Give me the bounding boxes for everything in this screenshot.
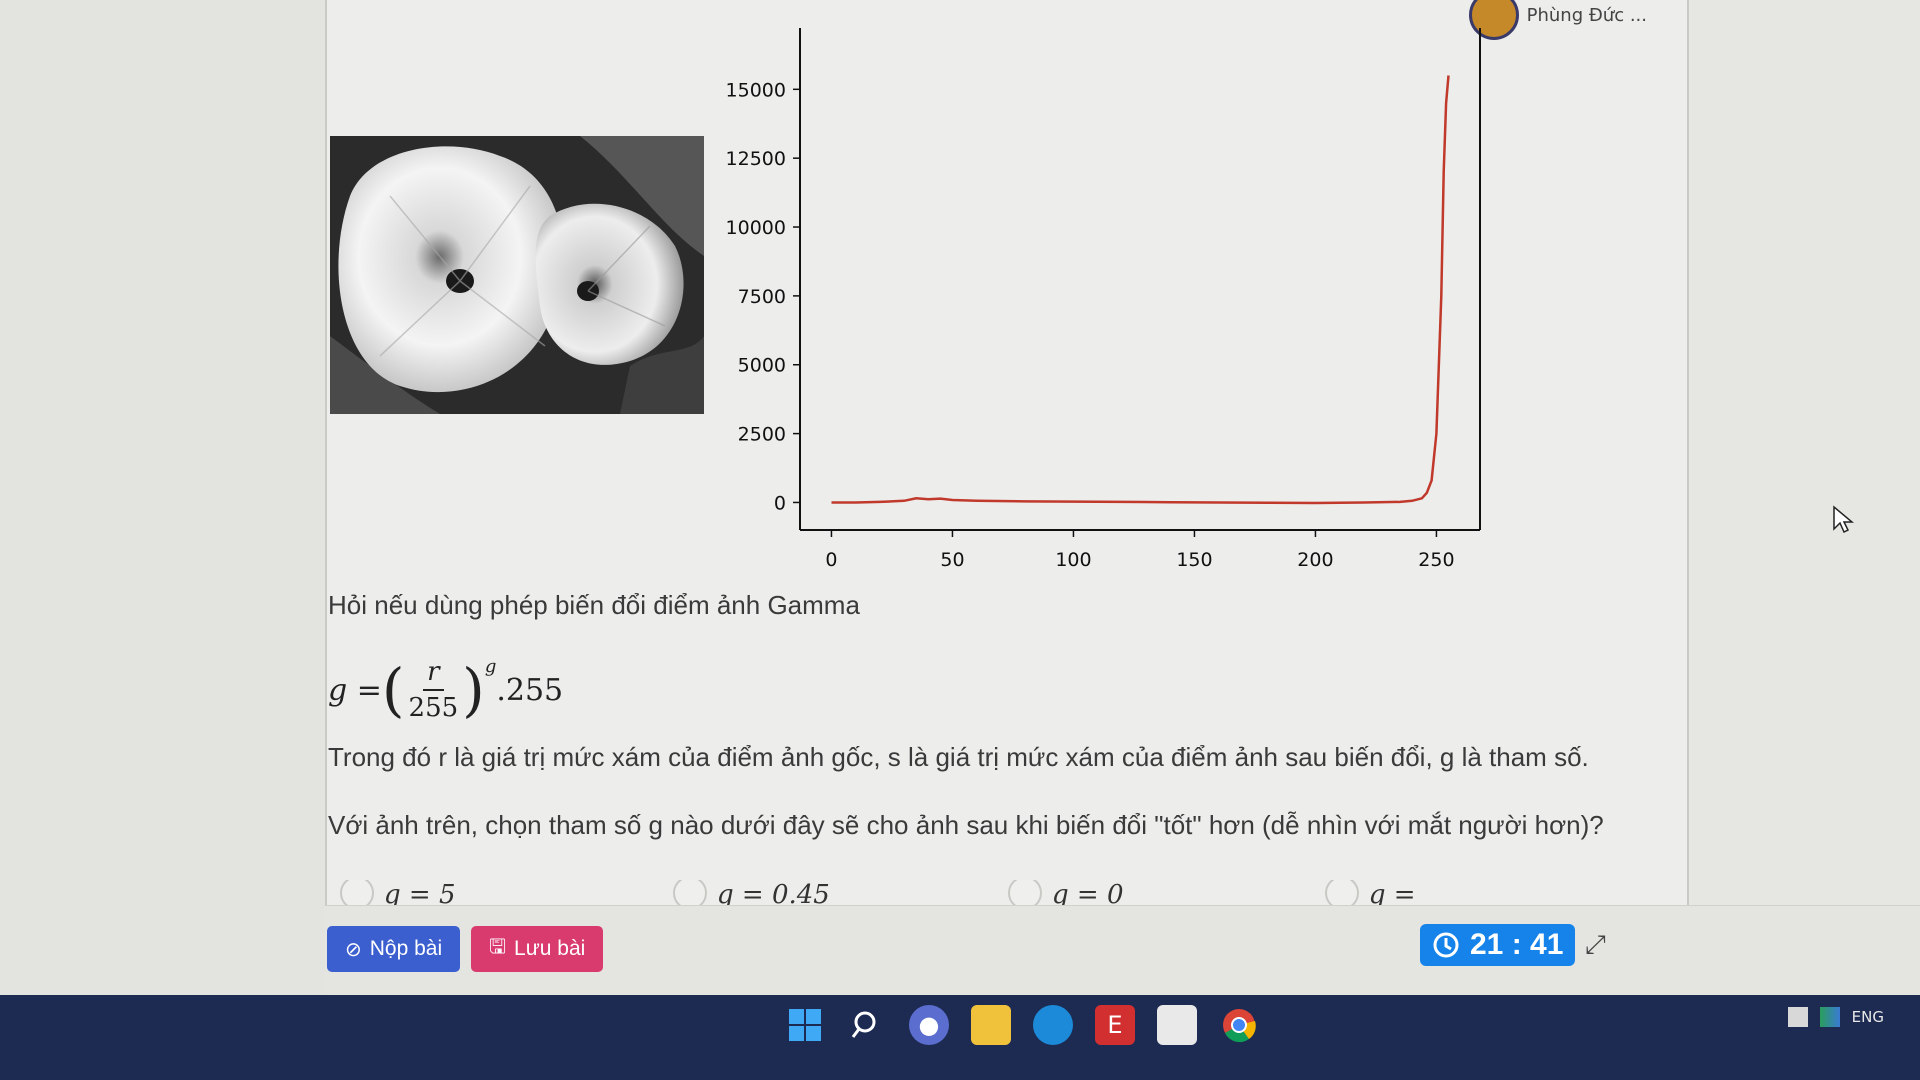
user-name: Phùng Đức ... (1526, 4, 1647, 26)
formula-right-paren: ) (462, 656, 485, 724)
option-label: g = 0 (1052, 880, 1124, 908)
chart-ticks: 0 2500 5000 7500 10000 12500 15000 0 50 100 150 200… (726, 28, 1481, 571)
option-3[interactable]: g = 0 (1008, 880, 1124, 908)
office-app-icon[interactable]: E (1095, 1005, 1135, 1045)
countdown-timer: 21 : 41 (1420, 924, 1576, 966)
taskbar: ● E ENG (0, 995, 1920, 1080)
check-circle-icon: ⊘ (345, 938, 362, 961)
x-tick-label: 100 (1055, 549, 1091, 571)
question-prompt: Với ảnh trên, chọn tham số g nào dưới đâ… (328, 810, 1604, 840)
save-label: Lưu bài (514, 937, 586, 960)
file-explorer-icon[interactable] (971, 1005, 1011, 1045)
series-line (831, 75, 1450, 505)
language-indicator[interactable]: ENG (1852, 1008, 1884, 1026)
option-label: g = 0.45 (717, 880, 830, 908)
radio-button[interactable] (1325, 880, 1359, 908)
timer-value: 21 : 41 (1470, 928, 1564, 961)
option-1[interactable]: g = 5 (340, 880, 456, 908)
option-label: g = 5 (384, 880, 456, 908)
vpn-app-icon[interactable] (1787, 1007, 1808, 1027)
answer-options: g = 5 g = 0.45 g = 0 g = 1 (340, 880, 1440, 908)
save-button[interactable]: 🖫 Lưu bài (471, 926, 604, 972)
search-icon[interactable] (847, 1005, 887, 1045)
radio-button[interactable] (340, 880, 374, 908)
flower-image (330, 136, 704, 414)
formula-left-paren: ( (381, 656, 405, 724)
x-tick-label: 200 (1297, 549, 1333, 571)
windows-start-icon[interactable] (785, 1005, 825, 1045)
edge-browser-icon[interactable] (1033, 1005, 1073, 1045)
option-4[interactable]: g = 1 (1325, 880, 1440, 908)
teams-icon[interactable]: ● (909, 1005, 949, 1045)
formula-denominator: 255 (408, 693, 459, 723)
radio-button[interactable] (1008, 880, 1042, 908)
left-gutter (0, 0, 325, 995)
y-tick-label: 10000 (726, 217, 786, 239)
floppy-icon: 🖫 (489, 936, 507, 958)
formula-exponent: g (484, 656, 497, 677)
system-tray: ENG (1787, 1007, 1884, 1027)
expand-arrow-icon[interactable]: ⤢ (1585, 930, 1606, 961)
x-tick-label: 0 (825, 549, 837, 571)
taskbar-apps: ● E (785, 1005, 1259, 1045)
y-tick-label: 7500 (738, 286, 786, 308)
option-label: g = 1 (1368, 880, 1416, 908)
formula-numerator: r (423, 655, 444, 691)
histogram-chart: 0 2500 5000 7500 10000 12500 15000 0 50 100 150 200… (726, 28, 1481, 571)
radio-button[interactable] (673, 880, 707, 908)
question-intro: Hỏi nếu dùng phép biến đổi điểm ảnh Gamm… (328, 590, 860, 620)
y-tick-label: 12500 (726, 148, 786, 170)
gamma-formula: g = ( r 255 ) g .255 (328, 650, 563, 730)
formula-fraction: r 255 (409, 655, 459, 725)
action-bar: ⊘ Nộp bài 🖫 Lưu bài 21 : 41 ⤢ (325, 905, 1920, 996)
y-tick-label: 15000 (726, 79, 786, 101)
question-definitions: Trong đó r là giá trị mức xám của điểm ả… (328, 742, 1589, 772)
color-app-icon[interactable] (1819, 1007, 1840, 1027)
clock-icon (1433, 932, 1459, 958)
mouse-pointer-icon (1833, 505, 1854, 534)
y-tick-label: 5000 (738, 355, 786, 377)
y-tick-label: 2500 (738, 424, 786, 446)
formula-tail: .255 (496, 672, 564, 708)
formula-lhs: g = (328, 672, 382, 708)
x-tick-label: 50 (940, 549, 964, 571)
submit-label: Nộp bài (369, 937, 443, 960)
option-2[interactable]: g = 0.45 (673, 880, 830, 908)
x-tick-label: 150 (1176, 549, 1212, 571)
chrome-icon[interactable] (1219, 1005, 1259, 1045)
y-tick-label: 0 (774, 492, 786, 514)
x-tick-label: 250 (1418, 549, 1454, 571)
submit-button[interactable]: ⊘ Nộp bài (327, 926, 461, 972)
store-icon[interactable] (1157, 1005, 1197, 1045)
